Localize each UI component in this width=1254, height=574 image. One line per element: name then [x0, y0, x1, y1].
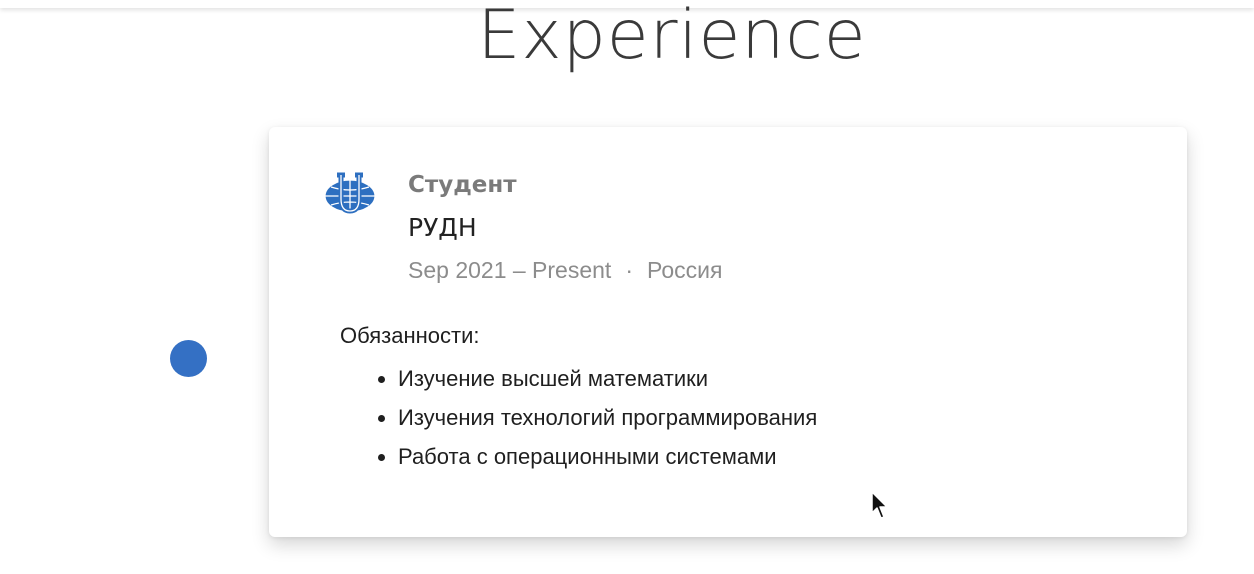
- job-role: Студент: [408, 172, 517, 198]
- organization-name: РУДН: [408, 213, 477, 242]
- location: Россия: [647, 257, 723, 283]
- section-title: Experience: [477, 0, 867, 75]
- duties-list: Изучение высшей математики Изучения техн…: [340, 359, 817, 476]
- duty-item: Работа с операционными системами: [398, 437, 817, 476]
- page: Experience Студент РУДН Sep 2021 – Prese…: [0, 0, 1254, 574]
- experience-card: Студент РУДН Sep 2021 – Present · Россия О…: [269, 127, 1187, 537]
- duties-section: Обязанности: Изучение высшей математики …: [340, 321, 817, 476]
- duties-title: Обязанности:: [340, 323, 480, 348]
- mouse-pointer-icon: [870, 491, 890, 521]
- date-range: Sep 2021 – Present: [408, 257, 612, 283]
- duty-item: Изучение высшей математики: [398, 359, 817, 398]
- meta-separator: ·: [625, 257, 633, 283]
- timeline-dot: [170, 340, 207, 377]
- university-logo-icon: [323, 171, 377, 221]
- duty-item: Изучения технологий программирования: [398, 398, 817, 437]
- experience-meta: Sep 2021 – Present · Россия: [408, 257, 722, 284]
